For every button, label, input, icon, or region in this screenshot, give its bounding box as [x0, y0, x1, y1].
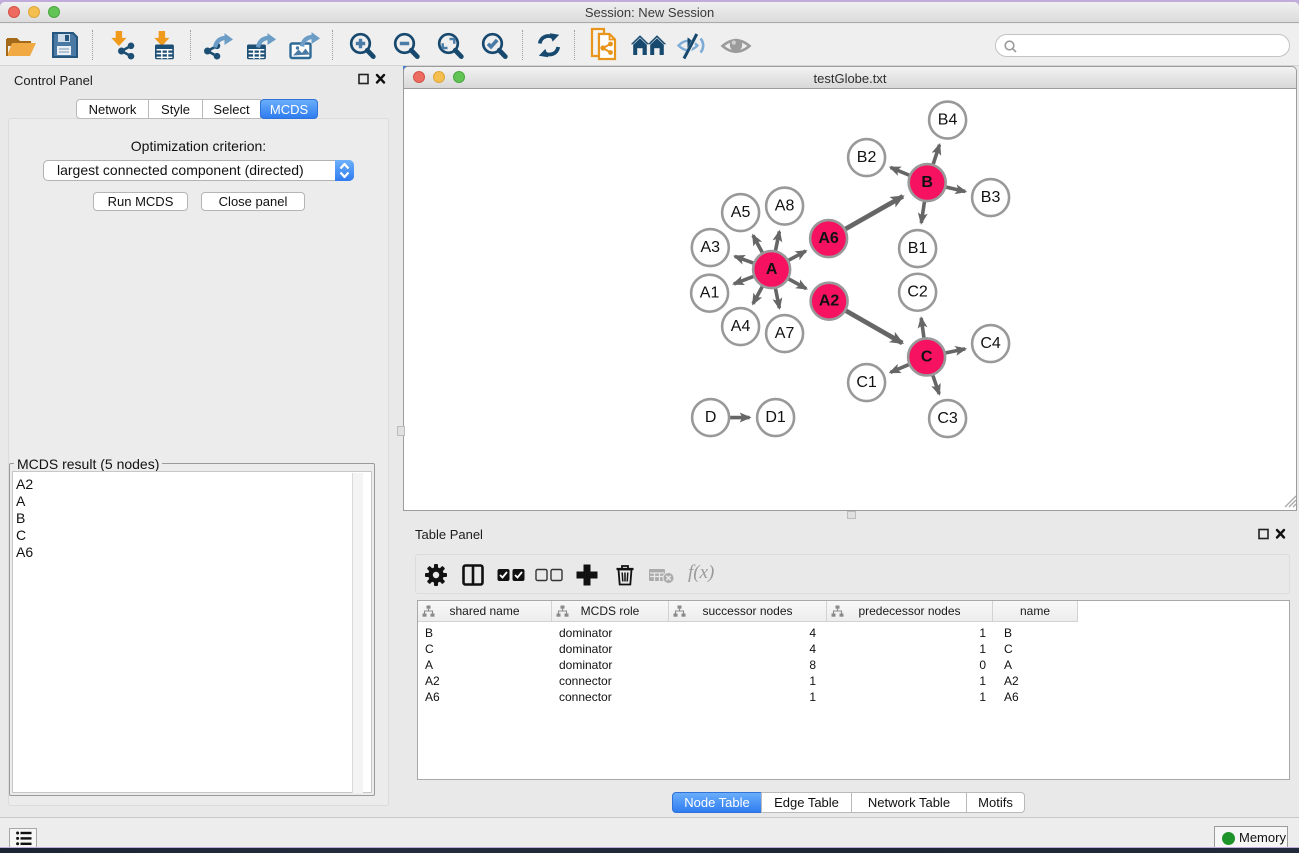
svg-text:B1: B1 [908, 240, 928, 257]
svg-text:C4: C4 [980, 335, 1001, 352]
svg-text:B4: B4 [938, 112, 958, 129]
svg-text:A6: A6 [818, 230, 839, 247]
svg-text:C3: C3 [937, 410, 958, 427]
svg-text:C1: C1 [856, 374, 877, 391]
svg-text:A4: A4 [731, 318, 751, 335]
svg-text:A1: A1 [700, 285, 720, 302]
svg-text:B2: B2 [857, 149, 877, 166]
svg-text:B: B [921, 174, 933, 191]
svg-text:A: A [766, 261, 778, 278]
svg-text:A3: A3 [701, 239, 721, 256]
svg-text:D: D [705, 409, 717, 426]
svg-text:C: C [921, 348, 933, 365]
svg-text:C2: C2 [907, 284, 928, 301]
svg-text:D1: D1 [765, 409, 786, 426]
svg-text:B3: B3 [981, 189, 1001, 206]
svg-text:A8: A8 [775, 198, 795, 215]
svg-text:A7: A7 [775, 325, 795, 342]
svg-text:A5: A5 [731, 204, 751, 221]
svg-text:A2: A2 [819, 293, 840, 310]
